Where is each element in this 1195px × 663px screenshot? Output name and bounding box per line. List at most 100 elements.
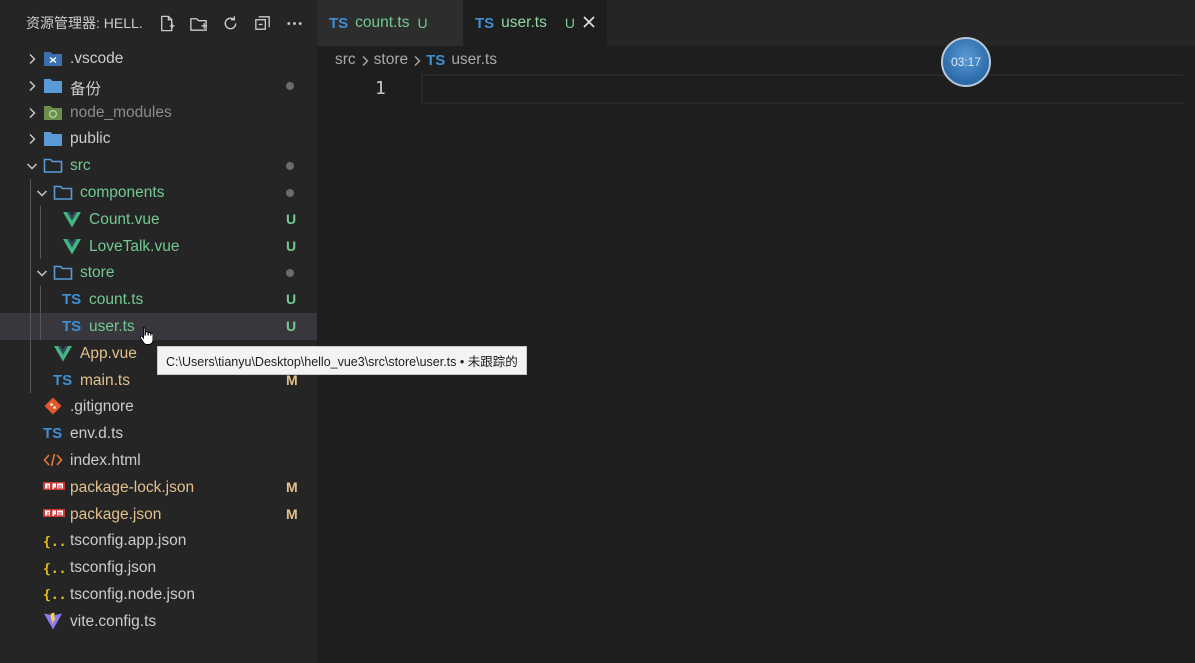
- current-line-highlight: [421, 74, 1195, 104]
- tree-item[interactable]: store: [0, 259, 317, 286]
- tree-item[interactable]: index.html: [0, 447, 317, 474]
- git-status-badge: U: [286, 291, 297, 308]
- svg-text:{..}: {..}: [43, 562, 65, 577]
- tooltip-text: C:\Users\tianyu\Desktop\hello_vue3\src\s…: [166, 355, 518, 369]
- git-file-icon: [43, 397, 63, 416]
- line-number: 1: [375, 78, 386, 99]
- tree-item[interactable]: public: [0, 125, 317, 152]
- new-file-icon[interactable]: [150, 9, 182, 37]
- tree-item-label: tsconfig.node.json: [70, 585, 195, 603]
- ts-file-icon: TS: [426, 51, 446, 69]
- chevron-right-icon: [411, 54, 423, 66]
- tree-item[interactable]: TS env.d.ts: [0, 420, 317, 447]
- tree-item-label: .gitignore: [70, 398, 134, 416]
- folder-file-icon: [43, 129, 63, 148]
- folder-open-file-icon: [43, 156, 63, 175]
- tree-item[interactable]: components: [0, 179, 317, 206]
- html-file-icon: [43, 451, 63, 470]
- tree-item-label: tsconfig.app.json: [70, 532, 187, 550]
- chevron-right-icon[interactable]: [26, 107, 38, 119]
- vscode-window: 资源管理器: HELL... .vscode 备份 node_modules p…: [0, 0, 1195, 663]
- json-file-icon: {..}: [43, 558, 65, 577]
- mouse-cursor-icon: [139, 327, 153, 345]
- tree-item[interactable]: src: [0, 152, 317, 179]
- tree-item-label: .vscode: [70, 50, 124, 67]
- tree-item[interactable]: Count.vue U: [0, 206, 317, 233]
- chevron-down-icon[interactable]: [36, 267, 48, 279]
- tree-item[interactable]: 备份: [0, 72, 317, 99]
- tree-item[interactable]: TS user.ts U: [0, 312, 317, 340]
- ts-file-icon: TS: [43, 425, 63, 443]
- tree-item-label: main.ts: [80, 371, 130, 389]
- timer-text: 03:17: [950, 55, 982, 69]
- tree-item-label: count.ts: [89, 291, 144, 309]
- tree-item-label: env.d.ts: [70, 425, 124, 443]
- chevron-right-icon[interactable]: [26, 80, 38, 92]
- vue-file-icon: [62, 237, 82, 256]
- tree-item-label: package.json: [70, 505, 162, 523]
- tree-item-label: store: [80, 264, 115, 282]
- breadcrumb-item[interactable]: src: [335, 51, 356, 69]
- vertical-scrollbar[interactable]: [1183, 46, 1195, 663]
- chevron-down-icon[interactable]: [26, 160, 38, 172]
- explorer-sidebar: 资源管理器: HELL... .vscode 备份 node_modules p…: [0, 0, 317, 663]
- close-icon[interactable]: [581, 14, 597, 30]
- folder-vscode-file-icon: [43, 49, 63, 68]
- tree-item[interactable]: .gitignore: [0, 393, 317, 420]
- more-icon[interactable]: [278, 9, 310, 37]
- tree-item[interactable]: {..} tsconfig.app.json: [0, 527, 317, 554]
- path-tooltip: C:\Users\tianyu\Desktop\hello_vue3\src\s…: [157, 346, 527, 375]
- chevron-down-icon[interactable]: [36, 187, 48, 199]
- tree-item-label: node_modules: [70, 103, 172, 121]
- tab-label: count.ts: [355, 14, 410, 31]
- git-status-badge: U: [286, 237, 297, 254]
- explorer-actions: [150, 9, 310, 37]
- git-status-badge: U: [286, 210, 297, 227]
- indent-guide: [40, 286, 41, 340]
- tree-item[interactable]: {..} tsconfig.node.json: [0, 581, 317, 608]
- ts-file-icon: TS: [329, 14, 349, 32]
- timer-overlay: 03:17: [941, 37, 991, 87]
- indent-guide: [30, 179, 31, 394]
- breadcrumb-file[interactable]: user.ts: [451, 51, 497, 69]
- ts-file-icon: TS: [62, 291, 82, 309]
- breadcrumb-item[interactable]: store: [374, 51, 408, 69]
- vue-file-icon: [62, 210, 82, 229]
- editor-tab[interactable]: TS count.ts U: [317, 0, 463, 46]
- tab-status-badge: U: [564, 15, 575, 31]
- ts-file-icon: TS: [62, 317, 82, 335]
- tree-item[interactable]: {..} tsconfig.json: [0, 554, 317, 581]
- tree-item-label: src: [70, 157, 91, 175]
- file-tree: .vscode 备份 node_modulespublic src components…: [0, 45, 317, 635]
- tree-item[interactable]: vite.config.ts: [0, 608, 317, 635]
- tab-label: user.ts: [501, 14, 547, 31]
- refresh-icon[interactable]: [214, 9, 246, 37]
- git-status-badge: U: [286, 317, 297, 334]
- modified-dot-icon: [286, 188, 294, 197]
- git-status-badge: M: [286, 505, 298, 522]
- tree-item[interactable]: package-lock.json M: [0, 474, 317, 501]
- modified-dot-icon: [286, 81, 294, 90]
- explorer-title: 资源管理器: HELL...: [26, 15, 144, 31]
- ts-file-icon: TS: [53, 371, 73, 389]
- tree-item-label: user.ts: [89, 317, 135, 335]
- new-folder-icon[interactable]: [182, 9, 214, 37]
- tree-item[interactable]: TS count.ts U: [0, 286, 317, 313]
- ts-file-icon: TS: [475, 14, 495, 32]
- tree-item-label: Count.vue: [89, 210, 160, 228]
- chevron-right-icon[interactable]: [26, 133, 38, 145]
- chevron-right-icon[interactable]: [26, 53, 38, 65]
- tree-item[interactable]: .vscode: [0, 45, 317, 72]
- folder-file-icon: [43, 76, 63, 95]
- tree-item[interactable]: LoveTalk.vue U: [0, 233, 317, 260]
- collapse-icon[interactable]: [246, 9, 278, 37]
- tree-item[interactable]: package.json M: [0, 501, 317, 528]
- tree-item[interactable]: node_modules: [0, 99, 317, 126]
- tree-item-label: components: [80, 183, 165, 201]
- npm-file-icon: [43, 505, 65, 524]
- editor-tab[interactable]: TS user.ts U: [463, 0, 607, 46]
- modified-dot-icon: [286, 162, 294, 171]
- indent-guide: [40, 205, 41, 260]
- tab-status-badge: U: [417, 15, 428, 31]
- breadcrumb: src store TS user.ts: [317, 46, 1195, 74]
